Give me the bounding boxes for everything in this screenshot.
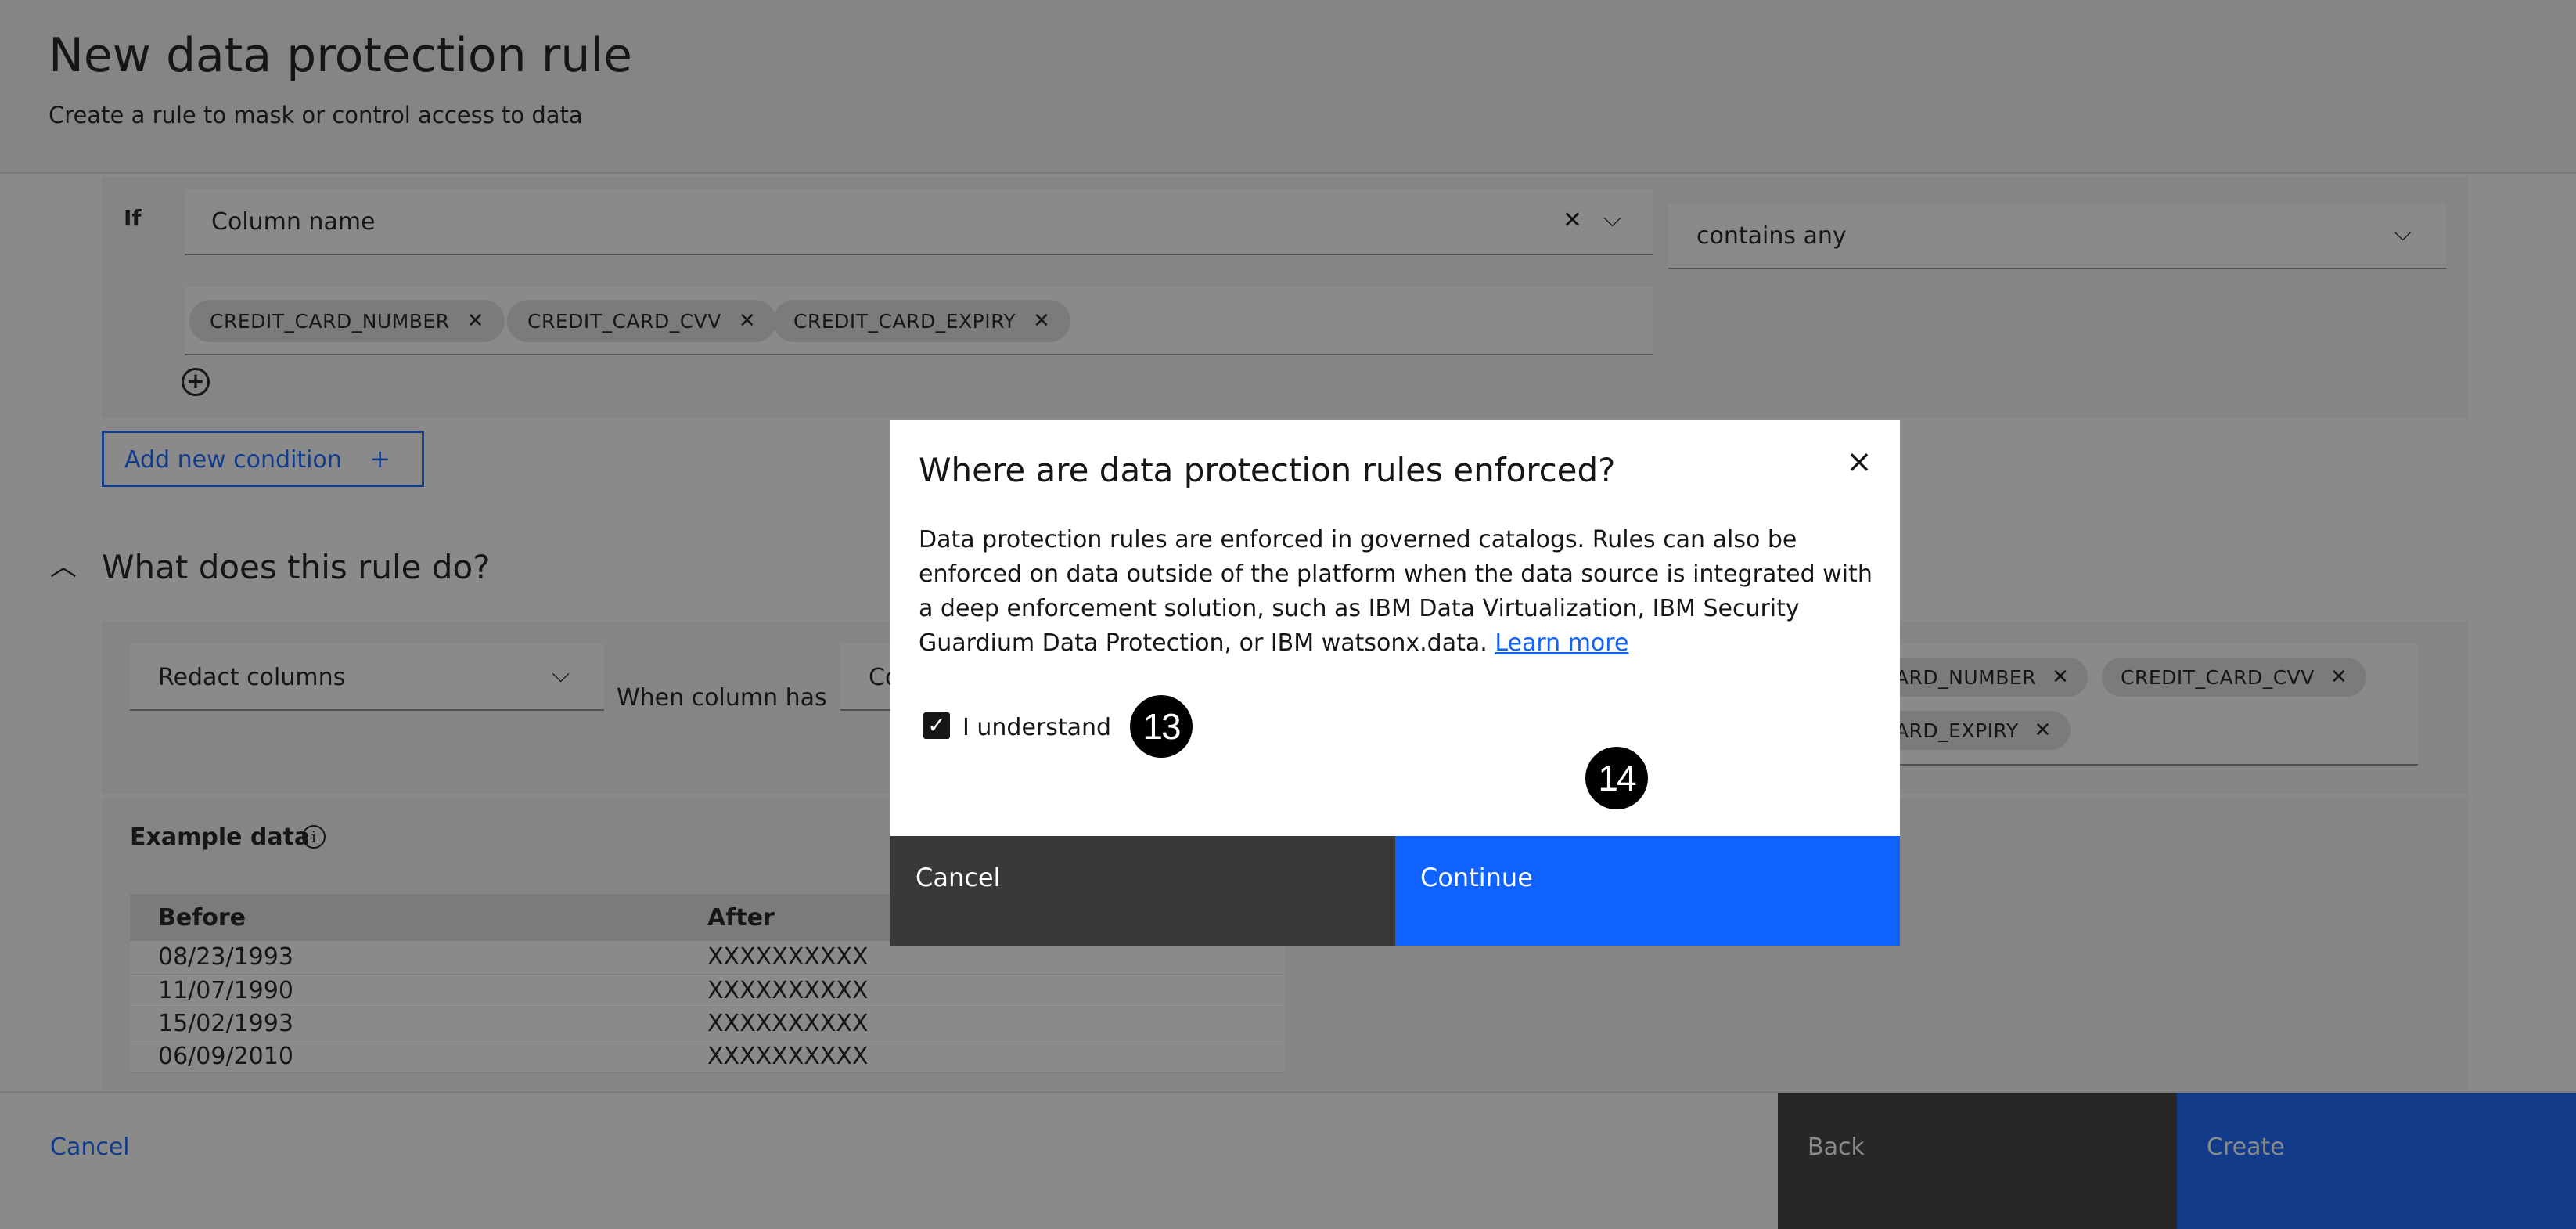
understand-checkbox[interactable]: ✓ — [923, 712, 950, 739]
modal-cancel-button[interactable]: Cancel — [890, 836, 1395, 946]
modal-title: Where are data protection rules enforced… — [919, 451, 1616, 489]
modal-cancel-label: Cancel — [916, 863, 1001, 892]
step-14-badge: 14 — [1585, 747, 1648, 809]
step-13-badge: 13 — [1130, 695, 1193, 758]
learn-more-link[interactable]: Learn more — [1495, 629, 1628, 657]
understand-checkbox-label[interactable]: I understand — [962, 714, 1111, 741]
modal-body: Data protection rules are enforced in go… — [919, 523, 1878, 661]
modal-continue-label: Continue — [1420, 863, 1533, 892]
modal-continue-button[interactable]: Continue — [1395, 836, 1900, 946]
enforcement-info-modal: Where are data protection rules enforced… — [890, 420, 1900, 946]
modal-body-text: Data protection rules are enforced in go… — [919, 526, 1873, 657]
close-icon[interactable]: × — [1840, 443, 1878, 481]
